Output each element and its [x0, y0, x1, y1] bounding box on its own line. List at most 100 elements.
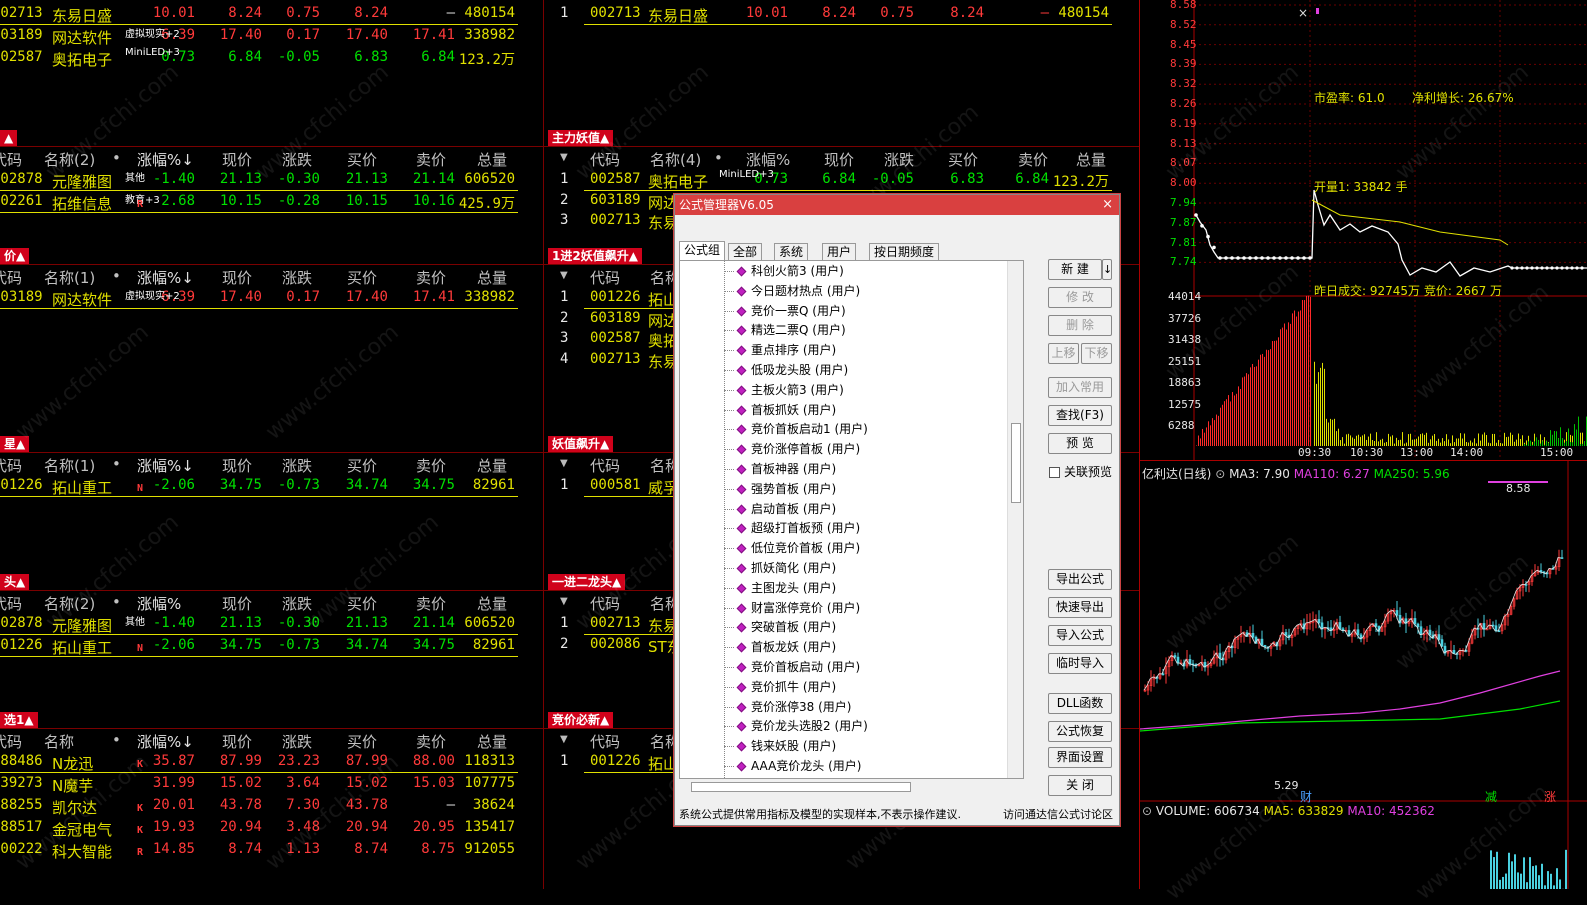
formula-item[interactable]: 超级打首板预 (用户): [738, 519, 860, 537]
sort-down-icon[interactable]: ▼: [560, 152, 568, 163]
column-header[interactable]: 代码: [590, 267, 620, 288]
table-row[interactable]: 1002713东易日盛10.018.240.758.24—480154: [584, 3, 1112, 25]
dialog-close-icon[interactable]: ×: [1102, 195, 1113, 215]
dialog-title-bar[interactable]: 公式管理器V6.05 ×: [675, 195, 1119, 215]
column-header[interactable]: 代码: [0, 455, 22, 476]
panel-title[interactable]: 竞价必新▲: [548, 712, 613, 728]
column-header[interactable]: 现价: [824, 149, 854, 170]
column-header[interactable]: 现价: [222, 593, 252, 614]
close-button[interactable]: 关 闭: [1048, 775, 1112, 796]
column-header[interactable]: 买价: [347, 267, 377, 288]
tree-scrollbar-horizontal[interactable]: [679, 780, 1024, 794]
temp-import-button[interactable]: 临时导入: [1048, 653, 1112, 674]
formula-item[interactable]: 抓妖简化 (用户): [738, 559, 836, 577]
close-icon[interactable]: ×: [1298, 6, 1308, 20]
ui-settings-button[interactable]: 界面设置: [1048, 747, 1112, 768]
column-header[interactable]: 名称: [44, 731, 74, 752]
modify-button[interactable]: 修 改: [1048, 287, 1112, 308]
formula-item[interactable]: 竞价涨停38 (用户): [738, 698, 851, 716]
column-header[interactable]: 买价: [347, 731, 377, 752]
panel-title[interactable]: ▲: [0, 130, 17, 146]
column-header[interactable]: 卖价: [416, 455, 446, 476]
column-header[interactable]: 代码: [0, 731, 22, 752]
tab-all[interactable]: 全部: [728, 243, 762, 260]
formula-item[interactable]: 首板神器 (用户): [738, 460, 836, 478]
marker-jian[interactable]: 减: [1485, 788, 1497, 805]
checkbox-box[interactable]: [1049, 467, 1060, 478]
formula-item[interactable]: 突破首板 (用户): [738, 618, 836, 636]
column-header[interactable]: •: [112, 267, 121, 285]
column-header[interactable]: 代码: [0, 149, 22, 170]
formula-item[interactable]: 首板抓妖 (用户): [738, 401, 836, 419]
column-header[interactable]: 涨跌: [282, 731, 312, 752]
tab-formula-group[interactable]: 公式组: [679, 241, 725, 260]
column-header[interactable]: •: [714, 149, 723, 167]
column-header[interactable]: 现价: [222, 455, 252, 476]
formula-item[interactable]: 竞价抓牛 (用户): [738, 678, 836, 696]
column-header[interactable]: 涨跌: [282, 267, 312, 288]
forum-link[interactable]: 访问通达信公式讨论区: [1003, 806, 1113, 822]
formula-item[interactable]: 强势首板 (用户): [738, 480, 836, 498]
formula-item[interactable]: 主板火箭3 (用户): [738, 381, 844, 399]
column-header[interactable]: 代码: [590, 731, 620, 752]
column-header[interactable]: 卖价: [416, 731, 446, 752]
volume-settings-icon[interactable]: ⊙: [1142, 804, 1152, 818]
column-header[interactable]: 代码: [0, 267, 22, 288]
tab-by-date[interactable]: 按日期频度: [869, 243, 939, 260]
new-dropdown-icon[interactable]: ↓: [1102, 259, 1112, 280]
table-row[interactable]: 001226拓山重工-2.0634.75-0.7334.7434.7582961…: [0, 475, 518, 497]
formula-item[interactable]: 钱来妖股 (用户): [738, 737, 836, 755]
formula-item[interactable]: 首板龙妖 (用户): [738, 638, 836, 656]
column-header[interactable]: 总量: [477, 455, 507, 476]
column-header[interactable]: 买价: [948, 149, 978, 170]
column-header[interactable]: 名称(1): [44, 267, 95, 288]
sort-down-icon[interactable]: ▼: [560, 458, 568, 469]
formula-item[interactable]: 竞价首板启动1 (用户): [738, 420, 868, 438]
formula-item[interactable]: 科创火箭3 (用户): [738, 262, 844, 280]
formula-item[interactable]: 低吸龙头股 (用户): [738, 361, 848, 379]
move-up-button[interactable]: 上移: [1048, 343, 1079, 364]
table-row[interactable]: 300222科大智能14.858.741.138.748.75912055R: [0, 839, 518, 861]
table-row[interactable]: 603189网达软件6.3917.400.1717.4017.41338982虚…: [0, 287, 518, 309]
column-header[interactable]: 总量: [477, 593, 507, 614]
table-row[interactable]: 688486N龙迅35.8787.9923.2387.9988.00118313…: [0, 751, 518, 773]
formula-item[interactable]: 竞价涨停首板 (用户): [738, 440, 860, 458]
import-formula-button[interactable]: 导入公式: [1048, 625, 1112, 646]
dll-function-button[interactable]: DLL函数: [1048, 693, 1112, 714]
column-header[interactable]: 卖价: [416, 267, 446, 288]
formula-item[interactable]: 财富涨停竞价 (用户): [738, 599, 860, 617]
kline-settings-icon[interactable]: ⊙: [1215, 467, 1225, 481]
tab-user[interactable]: 用户: [822, 243, 856, 260]
column-header[interactable]: 涨幅%: [746, 149, 790, 170]
formula-tree[interactable]: 科创火箭3 (用户)今日题材热点 (用户)竞价一票Q (用户)精选二票Q (用户…: [679, 260, 1024, 779]
table-row[interactable]: 1002587奥拓电子0.736.84-0.056.836.84123.2万Mi…: [584, 169, 1112, 191]
column-header[interactable]: 名称(1): [44, 455, 95, 476]
sort-down-icon[interactable]: ▼: [560, 596, 568, 607]
column-header[interactable]: 卖价: [416, 593, 446, 614]
column-header[interactable]: 总量: [477, 267, 507, 288]
column-header[interactable]: 涨幅%↓: [137, 455, 194, 476]
sort-down-icon[interactable]: ▼: [560, 734, 568, 745]
column-header[interactable]: 名称(4): [650, 149, 701, 170]
find-button[interactable]: 查找(F3): [1048, 405, 1112, 426]
column-header[interactable]: 总量: [1076, 149, 1106, 170]
formula-item[interactable]: 启动首板 (用户): [738, 500, 836, 518]
tree-scrollbar-vertical[interactable]: [1007, 261, 1023, 778]
column-header[interactable]: 涨跌: [282, 455, 312, 476]
column-header[interactable]: 涨幅%↓: [137, 149, 194, 170]
tab-system[interactable]: 系统: [774, 243, 808, 260]
column-header[interactable]: 涨幅%↓: [137, 267, 194, 288]
column-header[interactable]: 涨幅%: [137, 593, 181, 614]
column-header[interactable]: 涨幅%↓: [137, 731, 194, 752]
column-header[interactable]: 卖价: [1018, 149, 1048, 170]
panel-title[interactable]: 1进2妖值飙升▲: [548, 248, 642, 264]
column-header[interactable]: 代码: [0, 593, 22, 614]
column-header[interactable]: 总量: [477, 149, 507, 170]
formula-item[interactable]: 主图龙头 (用户): [738, 579, 836, 597]
formula-item[interactable]: AAA竞价龙头 (用户): [738, 757, 861, 775]
table-row[interactable]: 002261拓维信息2.6810.15-0.2810.1510.16425.9万…: [0, 191, 518, 213]
formula-item[interactable]: 竞价一票Q (用户): [738, 302, 846, 320]
formula-item[interactable]: 竞价首板启动 (用户): [738, 658, 860, 676]
add-common-button[interactable]: 加入常用: [1048, 377, 1112, 398]
table-row[interactable]: 839273N魔芋31.9915.023.6415.0215.03107775: [0, 773, 518, 795]
